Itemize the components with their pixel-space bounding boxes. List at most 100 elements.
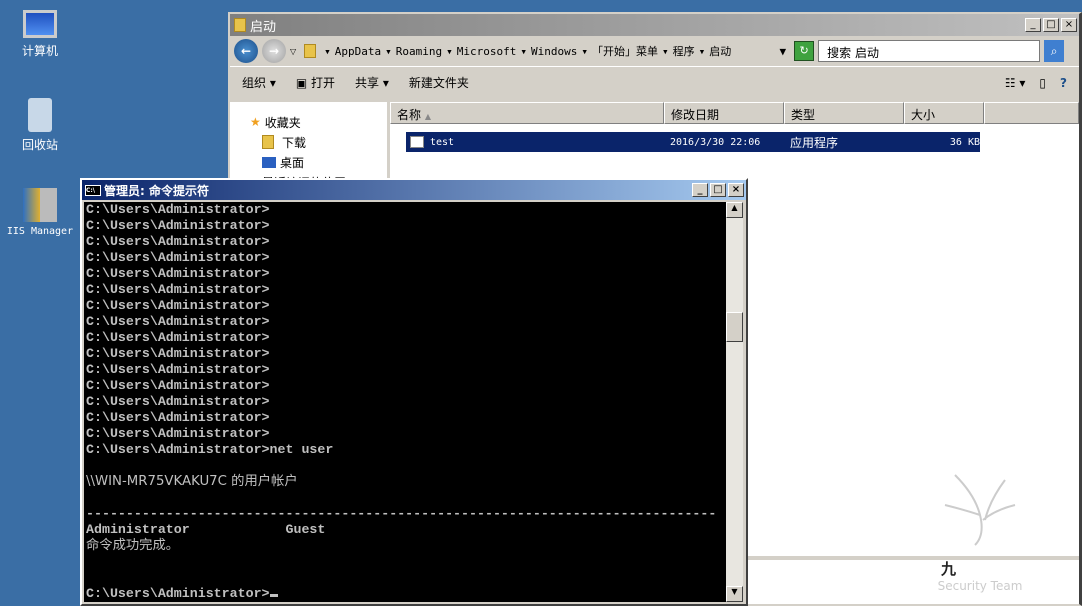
console-line: C:\Users\Administrator>	[86, 394, 270, 409]
organize-label: 组织	[242, 76, 267, 90]
icon-label: 回收站	[21, 138, 58, 152]
maximize-button[interactable]: □	[710, 183, 726, 197]
console-line: C:\Users\Administrator>	[86, 378, 270, 393]
maximize-button[interactable]: □	[1043, 18, 1059, 32]
breadcrumb-sep[interactable]: ▾	[446, 45, 453, 58]
downloads-folder-icon	[262, 135, 274, 149]
breadcrumb-item[interactable]: Windows	[531, 45, 577, 58]
star-icon: ★	[250, 115, 261, 129]
folder-icon	[304, 44, 317, 58]
breadcrumb-item[interactable]: AppData	[335, 45, 381, 58]
breadcrumb-item[interactable]: 程序	[673, 43, 695, 59]
column-size[interactable]: 大小	[904, 102, 984, 124]
column-type[interactable]: 类型	[784, 102, 904, 124]
desktop-icon-computer[interactable]: 计算机	[0, 10, 80, 59]
text-cursor	[269, 594, 278, 597]
console-line: C:\Users\Administrator>	[86, 282, 270, 297]
share-menu[interactable]: 共享 ▾	[355, 74, 389, 91]
console-line: C:\Users\Administrator>	[86, 346, 270, 361]
address-dropdown-icon[interactable]: ▼	[780, 45, 787, 58]
scroll-up-button[interactable]: ▲	[726, 202, 743, 218]
address-bar[interactable]: ▾ AppData ▾ Roaming ▾ Microsoft ▾ Windows ▾ 「…	[300, 40, 791, 62]
computer-icon	[23, 10, 57, 38]
column-modified[interactable]: 修改日期	[664, 102, 784, 124]
organize-menu[interactable]: 组织 ▾	[242, 74, 276, 91]
iis-manager-icon	[23, 188, 57, 222]
minimize-button[interactable]: _	[692, 183, 708, 197]
file-type: 应用程序	[790, 135, 839, 150]
breadcrumb-sep[interactable]: ▾	[699, 45, 706, 58]
breadcrumb-sep[interactable]: ▾	[385, 45, 392, 58]
share-label: 共享	[355, 76, 380, 90]
view-options-icon[interactable]: ☷ ▾	[1005, 76, 1026, 90]
history-dropdown-icon[interactable]: ▽	[290, 47, 296, 56]
console-line: C:\Users\Administrator>	[86, 234, 270, 249]
console-line: C:\Users\Administrator>	[86, 410, 270, 425]
folder-icon	[234, 18, 246, 32]
breadcrumb-item[interactable]: 启动	[709, 43, 731, 59]
vertical-scrollbar[interactable]: ▲ ▼	[726, 202, 743, 602]
console-line: C:\Users\Administrator>	[86, 426, 270, 441]
column-name[interactable]: 名称 ▲	[390, 102, 664, 124]
console-line: C:\Users\Administrator>	[86, 218, 270, 233]
cmd-title-bar[interactable]: C:\ 管理员: 命令提示符 _ □ ×	[82, 180, 746, 200]
nav-desktop[interactable]: 桌面	[250, 152, 387, 172]
application-icon	[410, 136, 424, 148]
forward-button[interactable]: →	[262, 39, 286, 63]
column-filler	[984, 102, 1079, 124]
back-button[interactable]: ←	[234, 39, 258, 63]
console-line: C:\Users\Administrator>net user	[86, 442, 334, 457]
breadcrumb-sep[interactable]: ▾	[520, 45, 527, 58]
watermark-glyph: 九	[941, 560, 957, 578]
desktop-icon	[262, 156, 276, 168]
nav-label: 收藏夹	[264, 115, 301, 130]
desktop-icon-recycle-bin[interactable]: 回收站	[0, 98, 80, 153]
console-line: 命令成功完成。	[86, 538, 180, 553]
console-line: C:\Users\Administrator>	[86, 202, 270, 217]
breadcrumb-sep[interactable]: ▾	[324, 45, 331, 58]
console-line: C:\Users\Administrator>	[86, 298, 270, 313]
console-output[interactable]: C:\Users\Administrator> C:\Users\Administ…	[84, 202, 726, 602]
breadcrumb-sep[interactable]: ▾	[662, 45, 669, 58]
search-button[interactable]: ⌕	[1044, 40, 1065, 62]
icon-label: 计算机	[21, 44, 58, 58]
search-input[interactable]: 搜索 启动	[818, 40, 1041, 62]
file-modified: 2016/3/30 22:06	[670, 136, 761, 148]
console-line: C:\Users\Administrator>	[86, 314, 270, 329]
sort-ascending-icon: ▲	[424, 112, 431, 121]
open-label: 打开	[311, 76, 336, 90]
scroll-thumb[interactable]	[726, 312, 743, 342]
breadcrumb-item[interactable]: Roaming	[396, 45, 442, 58]
icon-label: IIS Manager	[6, 226, 74, 237]
console-line: C:\Users\Administrator>	[86, 362, 270, 377]
refresh-button[interactable]: ↻	[794, 41, 815, 61]
console-line: C:\Users\Administrator>	[86, 250, 270, 265]
nav-favorites[interactable]: ★ 收藏夹	[250, 112, 387, 132]
minimize-button[interactable]: _	[1025, 18, 1041, 32]
close-button[interactable]: ×	[728, 183, 744, 197]
desktop-icon-iis-manager[interactable]: IIS Manager	[0, 188, 80, 237]
dragon-logo	[944, 474, 1016, 546]
breadcrumb-sep[interactable]: ▾	[581, 45, 588, 58]
window-title: 启动	[250, 19, 277, 35]
help-icon[interactable]: ?	[1060, 76, 1067, 90]
watermark-text: Security Team	[937, 579, 1023, 593]
window-title: 管理员: 命令提示符	[104, 183, 209, 198]
nav-downloads[interactable]: 下载	[250, 132, 387, 152]
breadcrumb-item[interactable]: Microsoft	[457, 45, 517, 58]
new-folder-button[interactable]: 新建文件夹	[409, 74, 469, 91]
file-row[interactable]: test 2016/3/30 22:06 应用程序 36 KB	[406, 132, 980, 152]
column-label: 名称	[397, 108, 422, 122]
open-button[interactable]: ▣ 打开	[296, 74, 335, 91]
console-line: C:\Users\Administrator>	[86, 266, 270, 281]
recycle-bin-icon	[28, 98, 52, 132]
explorer-title-bar[interactable]: 启动 _ □ ×	[230, 14, 1079, 36]
console-line: C:\Users\Administrator>	[86, 330, 270, 345]
preview-pane-icon[interactable]: ▯	[1039, 76, 1046, 90]
scroll-down-button[interactable]: ▼	[726, 586, 743, 602]
breadcrumb-item[interactable]: 「开始」菜单	[592, 43, 658, 59]
close-button[interactable]: ×	[1061, 18, 1077, 32]
